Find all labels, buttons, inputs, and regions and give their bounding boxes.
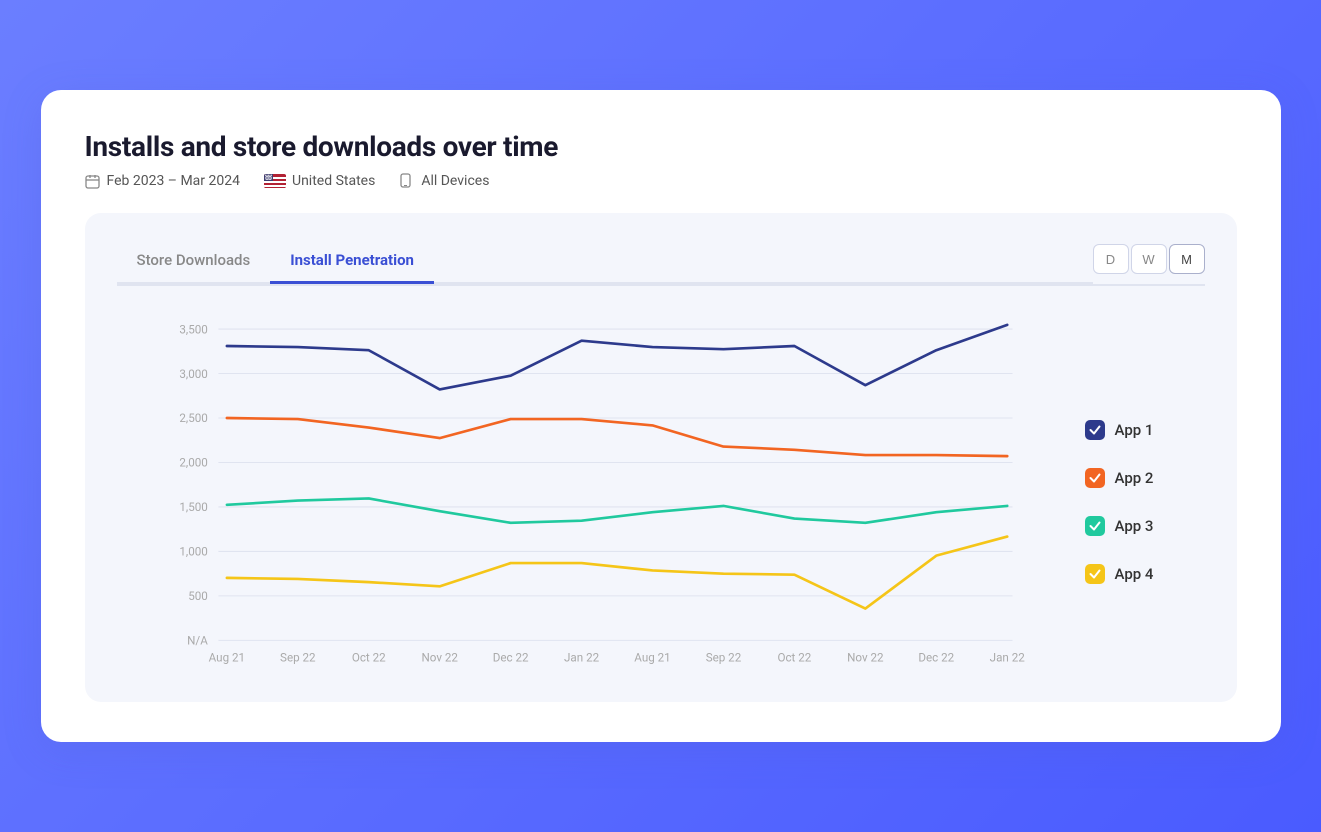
page-title: Installs and store downloads over time bbox=[85, 130, 1237, 163]
chart-main: 3,500 3,000 2,500 2,000 1,500 1,000 500 … bbox=[117, 310, 1061, 674]
y-label-1000: 1,000 bbox=[179, 545, 207, 559]
x-label-6: Aug 21 bbox=[634, 651, 670, 665]
y-label-1500: 1,500 bbox=[179, 500, 207, 514]
legend-app4: App 4 bbox=[1085, 564, 1205, 584]
flag-icon bbox=[264, 174, 286, 188]
chart-line-app2 bbox=[226, 418, 1006, 456]
x-label-8: Oct 22 bbox=[777, 651, 811, 665]
meta-row: Feb 2023 – Mar 2024 bbox=[85, 173, 1237, 189]
chart-area: 3,500 3,000 2,500 2,000 1,500 1,000 500 … bbox=[117, 310, 1205, 674]
x-label-5: Jan 22 bbox=[564, 651, 600, 665]
time-buttons-group: D W M bbox=[1093, 244, 1205, 284]
y-label-na: N/A bbox=[187, 634, 208, 648]
y-label-2000: 2,000 bbox=[179, 456, 207, 470]
x-label-0: Aug 21 bbox=[208, 651, 244, 665]
legend-checkbox-app4[interactable] bbox=[1085, 564, 1105, 584]
country-item: United States bbox=[264, 173, 375, 189]
tabs-container: Store Downloads Install Penetration bbox=[117, 241, 1093, 284]
y-label-2500: 2,500 bbox=[179, 411, 207, 425]
inner-card: Store Downloads Install Penetration D W … bbox=[85, 213, 1237, 702]
x-label-10: Dec 22 bbox=[918, 651, 954, 665]
x-label-7: Sep 22 bbox=[705, 651, 741, 665]
date-range-item: Feb 2023 – Mar 2024 bbox=[85, 173, 241, 189]
legend-app3: App 3 bbox=[1085, 516, 1205, 536]
legend-app1: App 1 bbox=[1085, 420, 1205, 440]
x-label-11: Jan 22 bbox=[989, 651, 1025, 665]
country-label: United States bbox=[292, 173, 375, 189]
x-label-1: Sep 22 bbox=[280, 651, 316, 665]
time-btn-m[interactable]: M bbox=[1169, 244, 1205, 274]
legend-label-app3: App 3 bbox=[1115, 517, 1154, 535]
chart-line-app3 bbox=[226, 498, 1006, 522]
y-label-500: 500 bbox=[188, 589, 208, 603]
device-item: All Devices bbox=[399, 173, 489, 189]
x-label-4: Dec 22 bbox=[492, 651, 528, 665]
device-label: All Devices bbox=[421, 173, 489, 189]
y-label-3000: 3,000 bbox=[179, 367, 207, 381]
chart-line-app4 bbox=[226, 537, 1006, 609]
x-label-9: Nov 22 bbox=[847, 651, 884, 665]
x-label-2: Oct 22 bbox=[351, 651, 385, 665]
legend-label-app1: App 1 bbox=[1115, 421, 1154, 439]
calendar-icon bbox=[85, 173, 101, 189]
date-range-label: Feb 2023 – Mar 2024 bbox=[107, 173, 241, 189]
chart-svg-wrapper: 3,500 3,000 2,500 2,000 1,500 1,000 500 … bbox=[117, 310, 1061, 674]
tab-install-penetration[interactable]: Install Penetration bbox=[270, 241, 434, 284]
legend-label-app4: App 4 bbox=[1115, 565, 1154, 583]
legend-checkbox-app1[interactable] bbox=[1085, 420, 1105, 440]
legend-checkbox-app2[interactable] bbox=[1085, 468, 1105, 488]
y-label-3500: 3,500 bbox=[179, 322, 207, 336]
legend-app2: App 2 bbox=[1085, 468, 1205, 488]
outer-card: Installs and store downloads over time F… bbox=[41, 90, 1281, 742]
legend-label-app2: App 2 bbox=[1115, 469, 1154, 487]
tabs-and-buttons-row: Store Downloads Install Penetration D W … bbox=[117, 241, 1205, 286]
time-btn-w[interactable]: W bbox=[1131, 244, 1167, 274]
tab-store-downloads[interactable]: Store Downloads bbox=[117, 241, 271, 284]
x-label-3: Nov 22 bbox=[421, 651, 458, 665]
chart-svg: 3,500 3,000 2,500 2,000 1,500 1,000 500 … bbox=[117, 310, 1061, 670]
device-icon bbox=[399, 173, 415, 189]
chart-line-app1 bbox=[226, 325, 1006, 390]
legend-checkbox-app3[interactable] bbox=[1085, 516, 1105, 536]
chart-legend: App 1 App 2 App 3 bbox=[1085, 310, 1205, 674]
time-btn-d[interactable]: D bbox=[1093, 244, 1129, 274]
